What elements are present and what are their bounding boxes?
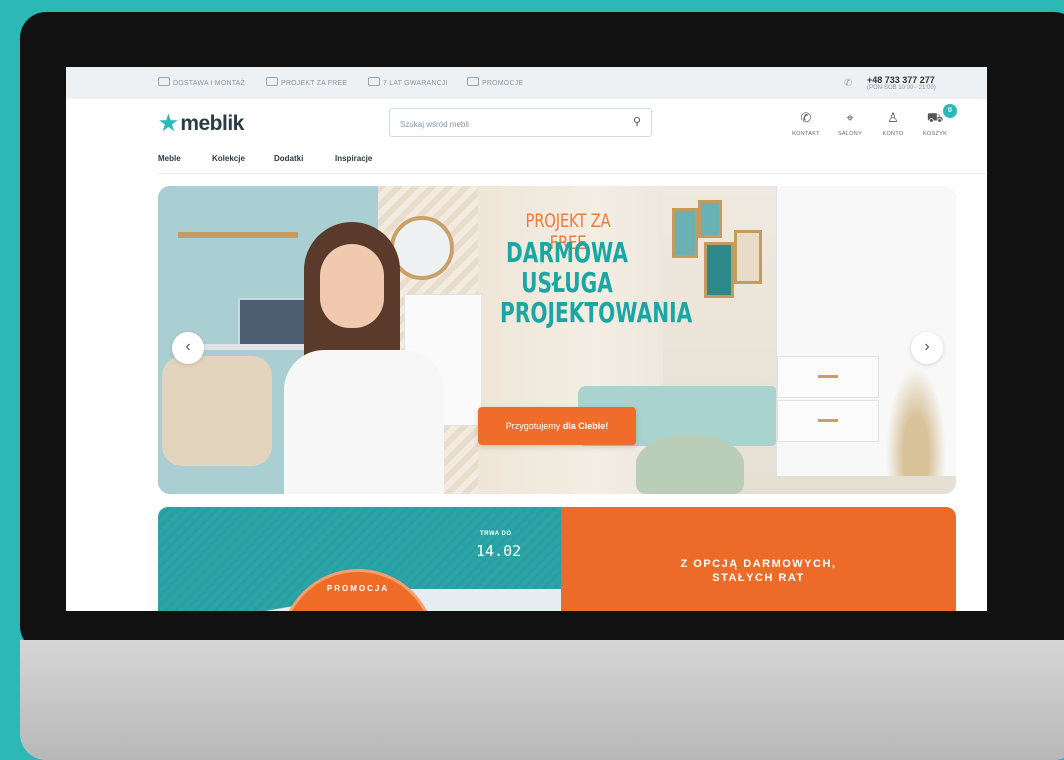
design-icon: [266, 77, 278, 86]
phone-icon: ✆: [844, 78, 853, 89]
promo-badge: PROMOCJA: [280, 569, 436, 611]
carousel-next-button[interactable]: ›: [911, 332, 943, 364]
header-contact[interactable]: ✆ KONTAKT: [783, 110, 829, 137]
nav-item-dodatki[interactable]: Dodatki: [274, 154, 303, 163]
phone-icon: ✆: [800, 110, 812, 125]
search-icon[interactable]: ⚲: [633, 115, 641, 128]
chevron-right-icon: ›: [924, 338, 930, 355]
warranty-icon: [368, 77, 380, 86]
promo-date: 14.02: [476, 542, 522, 560]
topbar-item-free-project[interactable]: PROJEKT ZA FREE: [266, 77, 347, 87]
percent-icon: [467, 77, 479, 86]
user-icon: ♙: [887, 110, 899, 125]
topbar-item-promotions[interactable]: PROMOCJE: [467, 77, 523, 87]
search-box: ⚲: [389, 108, 652, 137]
hero-woman-pointing: [276, 222, 466, 494]
site-logo[interactable]: ★ meblik: [159, 111, 244, 136]
top-info-bar: DOSTAWA I MONTAŻ PROJEKT ZA FREE 7 LAT G…: [66, 67, 987, 99]
hero-cta-button[interactable]: Przygotujemy dla Ciebie!: [478, 407, 636, 445]
promo-installments-text: Z OPCJĄ DARMOWYCH, STAŁYCH RAT: [680, 558, 837, 584]
nav-item-kolekcje[interactable]: Kolekcje: [212, 154, 245, 163]
hero-chair: [162, 356, 272, 466]
nav-item-inspiracje[interactable]: Inspiracje: [335, 154, 372, 163]
truck-icon: [158, 77, 170, 86]
monitor-chin: [20, 640, 1064, 760]
cart-count-badge: 0: [943, 104, 957, 118]
promo-lasts-label: TRWA DO: [480, 531, 512, 537]
phone-number[interactable]: +48 733 377 277: [867, 75, 935, 85]
hero-plant: [886, 366, 946, 476]
hero-banner[interactable]: PROJEKT ZA FREE DARMOWA USŁUGA PROJEKTOW…: [158, 186, 956, 494]
promo-banner-left[interactable]: TRWA DO 14.02 PROMOCJA: [158, 507, 561, 611]
topbar-item-warranty[interactable]: 7 LAT GWARANCJI: [368, 77, 448, 87]
nav-divider: [158, 173, 986, 174]
star-icon: ★: [159, 112, 178, 135]
hero-picture-frame: [672, 208, 698, 258]
search-input[interactable]: [398, 115, 622, 133]
hero-pouf: [636, 434, 744, 494]
phone-hours: (PON-SOB 10:00 - 21:00): [867, 85, 936, 91]
header-cart[interactable]: ⛟ KOSZYK 0: [912, 104, 958, 137]
header-stores[interactable]: ⌖ SALONY: [827, 110, 873, 137]
website-screen: DOSTAWA I MONTAŻ PROJEKT ZA FREE 7 LAT G…: [66, 67, 987, 611]
location-pin-icon: ⌖: [846, 110, 854, 125]
hero-title: DARMOWA USŁUGA PROJEKTOWANIA: [500, 236, 693, 329]
chevron-left-icon: ‹: [185, 338, 191, 355]
nav-item-meble[interactable]: Meble: [158, 154, 181, 163]
promo-banner-right[interactable]: Z OPCJĄ DARMOWYCH, STAŁYCH RAT: [561, 507, 956, 611]
hero-picture-frame: [704, 242, 734, 298]
carousel-prev-button[interactable]: ‹: [172, 332, 204, 364]
hero-picture-frame: [698, 200, 722, 238]
topbar-item-delivery[interactable]: DOSTAWA I MONTAŻ: [158, 77, 245, 87]
header-account[interactable]: ♙ KONTO: [870, 110, 916, 137]
hero-picture-frame: [734, 230, 762, 284]
